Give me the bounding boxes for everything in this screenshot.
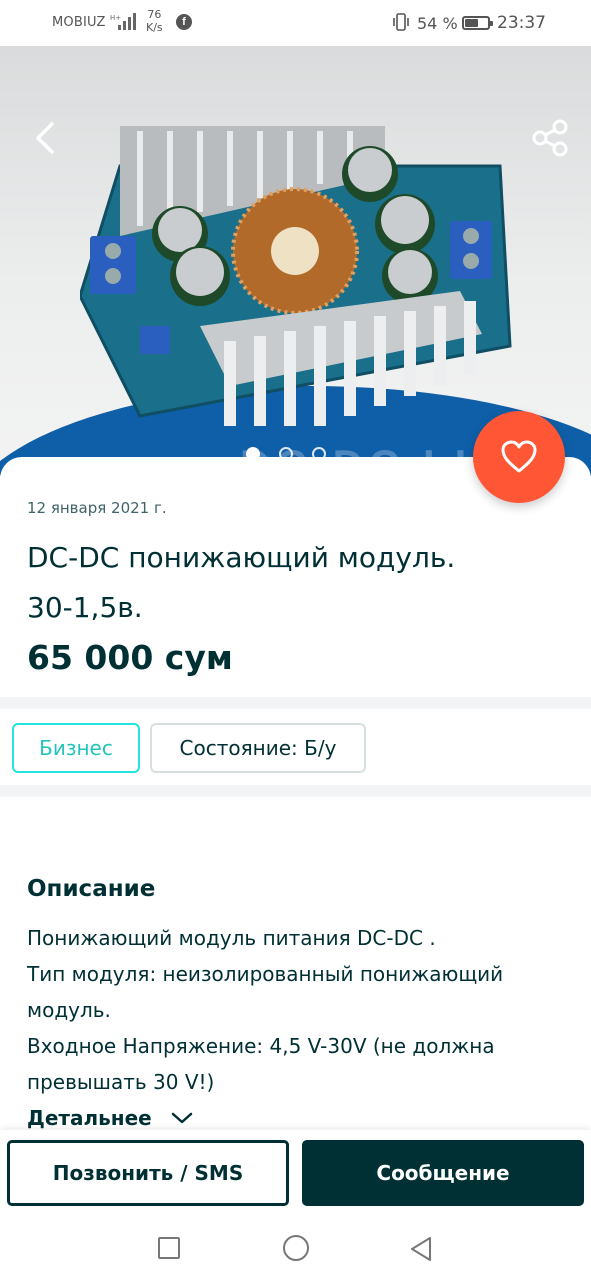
signal-icon: H+ [110,13,136,30]
speed-value: 76 [147,8,162,21]
description-text: Понижающий модуль питания DC-DC . Тип мо… [27,920,557,1100]
favorite-button[interactable] [473,411,565,503]
network-speed: 76 K/s [146,8,163,34]
listing-date: 12 января 2021 г. [27,499,167,517]
clock: 23:37 [497,13,546,33]
section-divider [0,697,591,709]
message-button[interactable]: Сообщение [302,1140,584,1206]
show-more-button[interactable]: Детальнее [27,1106,194,1130]
status-bar: MOBIUZ H+ 76 K/s f 54 % 23:37 [0,0,591,46]
vibrate-icon [393,13,409,31]
description-line: Понижающий модуль питания DC-DC . [27,926,436,950]
svg-text:H+: H+ [110,14,121,22]
call-sms-button[interactable]: Позвонить / SMS [7,1140,289,1206]
listing-title: DC-DC понижающий модуль. 30-1,5в. [27,541,456,624]
product-image-gallery[interactable]: DC-DC LI [0,46,591,476]
product-photo [80,126,512,426]
home-button[interactable] [283,1235,309,1261]
description-line: Входное Напряжение: 4,5 V-30V (не должна… [27,1034,495,1094]
recent-apps-button[interactable] [158,1237,180,1259]
battery-percent: 54 % [417,14,458,33]
facebook-icon: f [176,14,192,30]
description-heading: Описание [27,876,156,902]
heart-icon [501,440,537,473]
condition-tag[interactable]: Состояние: Б/у [150,723,366,773]
system-nav-bar [0,1216,591,1280]
section-divider [0,785,591,797]
system-back-button[interactable] [408,1235,434,1263]
back-button[interactable] [30,116,64,160]
battery-icon [462,16,493,30]
business-tag[interactable]: Бизнес [12,723,140,773]
contact-action-bar: Позвонить / SMS Сообщение [0,1130,591,1216]
listing-price: 65 000 сум [27,638,233,677]
show-more-label: Детальнее [27,1106,152,1130]
carrier-name: MOBIUZ [52,15,106,30]
chevron-down-icon [171,1112,192,1124]
speed-unit: K/s [146,21,163,34]
share-button[interactable] [530,116,570,160]
description-line: Тип модуля: неизолированный понижающий м… [27,962,504,1022]
